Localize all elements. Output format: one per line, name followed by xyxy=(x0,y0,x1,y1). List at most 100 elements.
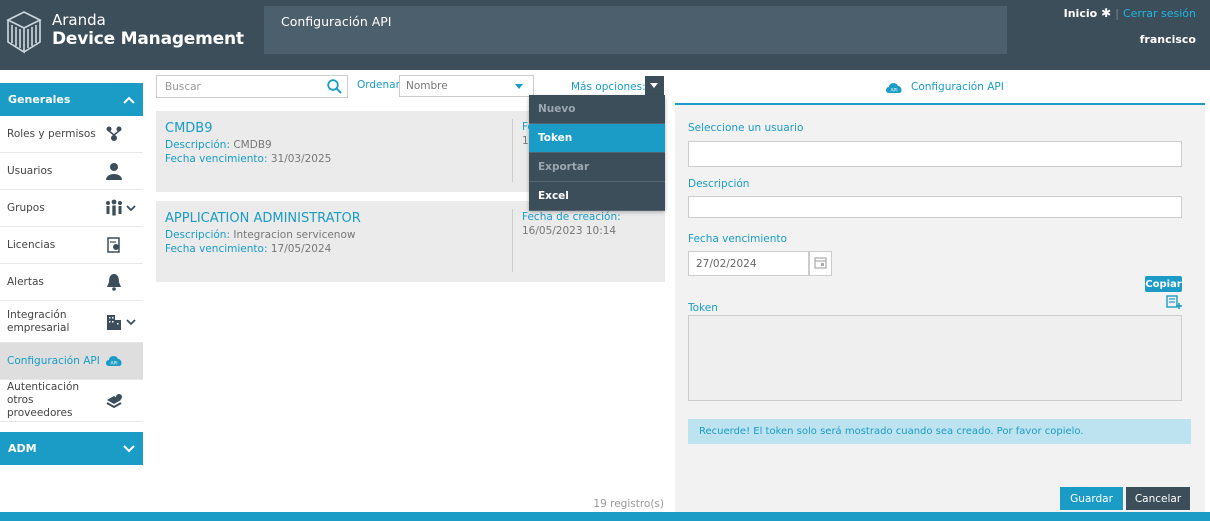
chevron-down-icon xyxy=(126,318,136,325)
search-placeholder: Buscar xyxy=(165,80,201,93)
api-cloud-icon: API xyxy=(106,356,122,367)
item-title: APPLICATION ADMINISTRATOR xyxy=(165,211,361,226)
user-label: Seleccione un usuario xyxy=(688,122,804,134)
brand-line1: Aranda xyxy=(52,11,106,29)
sidebar-item-roles[interactable]: Roles y permisos xyxy=(0,116,143,153)
sidebar-item-enterprise-integration[interactable]: Integración empresarial xyxy=(0,301,143,343)
divider xyxy=(512,119,513,182)
bottom-bar xyxy=(0,512,1210,521)
token-label: Token xyxy=(688,302,718,314)
top-navigation: Inicio ✱ | Cerrar sesión xyxy=(1064,5,1196,21)
description-value: CMDB9 xyxy=(233,139,272,151)
cancel-button[interactable]: Cancelar xyxy=(1126,487,1190,510)
brand-line2: Device Management xyxy=(52,29,244,49)
more-options-menu: Nuevo Token Exportar Excel xyxy=(529,95,665,211)
sidebar-item-label: Autenticación otros proveedores xyxy=(7,381,80,419)
sidebar-item-label: Configuración API xyxy=(7,355,100,367)
sidebar-section-adm[interactable]: ADM xyxy=(0,432,143,465)
caret-down-icon xyxy=(650,83,658,88)
sidebar-section-general[interactable]: Generales xyxy=(0,83,143,116)
description-value: Integracion servicenow xyxy=(233,229,356,241)
save-button[interactable]: Guardar xyxy=(1060,487,1123,510)
sidebar-item-label: Licencias xyxy=(7,239,56,251)
item-expiry: Fecha vencimiento: 17/05/2024 xyxy=(165,243,331,255)
sidebar-item-label: Grupos xyxy=(7,202,45,214)
tab-label: Configuración API xyxy=(911,81,1004,93)
nav-separator: | xyxy=(1115,6,1119,20)
roles-icon xyxy=(106,126,122,141)
sidebar-item-users[interactable]: Usuarios xyxy=(0,153,143,190)
expiry-label: Fecha vencimiento xyxy=(688,233,787,245)
search-input[interactable]: Buscar xyxy=(156,75,348,98)
menu-item-new[interactable]: Nuevo xyxy=(529,95,665,124)
license-icon xyxy=(107,237,120,253)
more-options-label: Más opciones: xyxy=(571,81,646,93)
created-value: 16/05/2023 10:14 xyxy=(522,225,617,237)
sidebar-item-alerts[interactable]: Alertas xyxy=(0,264,143,301)
sidebar-item-licenses[interactable]: Licencias xyxy=(0,227,143,264)
menu-item-excel[interactable]: Excel xyxy=(529,182,665,211)
token-textarea[interactable] xyxy=(688,315,1182,401)
order-label: Ordenar: xyxy=(357,79,404,91)
svg-text:API: API xyxy=(110,361,117,367)
tab-api-config[interactable]: API Configuración API xyxy=(885,80,1004,94)
brand-logo[interactable]: Aranda Device Management xyxy=(6,8,246,56)
auth-providers-icon xyxy=(106,393,122,408)
order-select[interactable]: Nombre xyxy=(399,75,534,97)
sidebar-item-auth-providers[interactable]: Autenticación otros proveedores xyxy=(0,380,143,422)
page-title-box: Configuración API xyxy=(264,6,1007,54)
description-key: Descripción: xyxy=(165,139,230,151)
page-title: Configuración API xyxy=(281,14,392,29)
chevron-down-icon xyxy=(123,444,135,452)
aranda-logo-icon xyxy=(6,11,42,54)
user-icon xyxy=(106,163,122,180)
expiry-key: Fecha vencimiento: xyxy=(165,243,268,255)
expiry-value: 31/03/2025 xyxy=(270,153,332,165)
sidebar-item-label: Usuarios xyxy=(7,165,53,177)
expiry-key: Fecha vencimiento: xyxy=(165,153,268,165)
app-header: Aranda Device Management Configuración A… xyxy=(0,0,1210,70)
sidebar-item-label: Roles y permisos xyxy=(7,128,96,140)
records-count: 19 registro(s) xyxy=(593,498,664,510)
calendar-button[interactable] xyxy=(809,251,832,276)
home-link[interactable]: Inicio xyxy=(1064,7,1098,20)
item-description: Descripción: CMDB9 xyxy=(165,139,272,151)
gear-icon[interactable]: ✱ xyxy=(1101,6,1111,20)
logout-link[interactable]: Cerrar sesión xyxy=(1123,7,1196,20)
expiry-date-value: 27/02/2024 xyxy=(696,257,757,270)
more-options-button[interactable] xyxy=(645,76,664,96)
token-notice: Recuerde! El token solo será mostrado cu… xyxy=(688,419,1191,444)
menu-item-token[interactable]: Token xyxy=(529,124,665,153)
search-icon[interactable] xyxy=(327,79,342,94)
caret-down-icon xyxy=(515,84,523,89)
building-icon xyxy=(107,314,121,330)
sidebar-item-label: Integración empresarial xyxy=(7,308,70,334)
user-field[interactable] xyxy=(688,141,1182,167)
description-field[interactable] xyxy=(688,196,1182,218)
created-key: Fecha de creación: xyxy=(522,211,621,223)
svg-text:API: API xyxy=(890,88,897,94)
username: francisco xyxy=(1139,33,1196,46)
sidebar: Generales Roles y permisos Usuarios Grup… xyxy=(0,83,143,465)
sidebar-item-api-config[interactable]: Configuración API API xyxy=(0,343,143,380)
chevron-down-icon xyxy=(126,205,136,212)
expiry-date-field[interactable]: 27/02/2024 xyxy=(688,251,809,276)
copy-button[interactable]: Copiar xyxy=(1145,276,1182,292)
divider xyxy=(512,209,513,272)
list-item[interactable]: APPLICATION ADMINISTRATOR Descripción: I… xyxy=(156,201,665,282)
item-title: CMDB9 xyxy=(165,121,213,136)
group-icon xyxy=(106,199,122,216)
item-description: Descripción: Integracion servicenow xyxy=(165,229,355,241)
add-note-icon[interactable] xyxy=(1166,294,1182,310)
item-expiry: Fecha vencimiento: 31/03/2025 xyxy=(165,153,331,165)
sidebar-section-label: ADM xyxy=(8,442,37,455)
chevron-up-icon xyxy=(123,96,135,104)
sidebar-section-label: Generales xyxy=(8,93,71,106)
menu-item-export[interactable]: Exportar xyxy=(529,153,665,182)
detail-tabbar: API Configuración API xyxy=(675,70,1205,105)
sidebar-item-label: Alertas xyxy=(7,276,44,288)
sidebar-item-groups[interactable]: Grupos xyxy=(0,190,143,227)
description-key: Descripción: xyxy=(165,229,230,241)
bell-icon xyxy=(107,274,121,291)
detail-panel: API Configuración API Seleccione un usua… xyxy=(675,70,1205,512)
